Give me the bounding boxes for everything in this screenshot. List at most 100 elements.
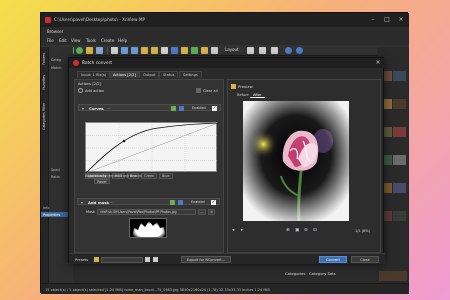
status-bar: 15 object(s) / 1 object(s) selected [1.2… <box>41 283 409 294</box>
presets-label: Presets <box>75 257 89 262</box>
chevron-down-icon[interactable]: ▾ <box>82 106 84 111</box>
tab-actions[interactable]: Actions [2/2] <box>109 71 140 78</box>
curves-enabled-label: Enabled <box>192 106 206 111</box>
maximize-icon[interactable]: □ <box>381 15 393 25</box>
sort-icon[interactable] <box>201 47 208 54</box>
sort-order-icon[interactable] <box>259 47 266 54</box>
settings-icon[interactable] <box>181 47 188 54</box>
scan-icon[interactable] <box>121 47 128 54</box>
menu-file[interactable]: File <box>47 38 54 43</box>
clear-mask-button[interactable]: × <box>208 209 215 215</box>
panel-line[interactable]: Speci <box>51 168 60 172</box>
thumbnail[interactable] <box>393 155 406 165</box>
clear-icon[interactable] <box>196 88 201 93</box>
mask-title: Add mask <box>88 200 109 205</box>
rename-icon[interactable] <box>151 47 158 54</box>
menu-tools[interactable]: Tools <box>86 38 96 43</box>
chevron-down-icon[interactable]: ▾ <box>81 200 83 205</box>
channel-green[interactable]: Green <box>141 173 158 179</box>
mask-enabled-checkbox[interactable]: ✓ <box>211 199 216 205</box>
tab-input[interactable]: Input: 1 file(s) <box>77 71 111 78</box>
presets-select[interactable] <box>101 256 143 263</box>
compare-icon[interactable] <box>86 47 93 54</box>
dialog-footer: Presets Export for NConvert... Convert C… <box>69 253 385 264</box>
tab-categories[interactable]: Categories <box>285 271 305 276</box>
browse-button[interactable]: ... <box>198 209 206 215</box>
curves-title: Curves <box>89 106 104 111</box>
play-icon[interactable]: ▸ <box>241 228 243 233</box>
save-preset-icon[interactable] <box>145 257 150 262</box>
print-icon[interactable] <box>111 47 118 54</box>
tab-category-sets[interactable]: Category Sets <box>309 271 336 276</box>
menu-browser[interactable]: Browser <box>47 29 63 34</box>
mail-icon[interactable] <box>161 47 168 54</box>
menu-create[interactable]: Create <box>101 38 114 43</box>
tab-output[interactable]: Output <box>139 71 160 78</box>
delete-preset-icon[interactable] <box>153 257 158 262</box>
more-icon[interactable]: ⋯ <box>107 106 111 111</box>
close-window-icon[interactable]: × <box>395 15 407 25</box>
curve-graph[interactable] <box>85 122 219 174</box>
tab-folders[interactable]: Folders <box>42 53 48 65</box>
tab-after[interactable]: After <box>250 93 265 98</box>
globe-icon[interactable] <box>285 47 292 54</box>
zoom-level: 1/1 (8%) <box>355 229 371 233</box>
fit-icon[interactable]: ▣ <box>295 228 299 233</box>
curves-action-header[interactable]: ▾ Curves ⋯ Enabled ✓ <box>78 104 221 111</box>
actual-size-icon[interactable]: ⊡ <box>313 228 317 233</box>
thumbnail[interactable] <box>393 99 406 109</box>
reset-button[interactable]: Reset <box>94 179 110 184</box>
export-nconvert-button[interactable]: Export for NConvert... <box>181 256 231 263</box>
view-icon[interactable] <box>211 47 218 54</box>
add-icon[interactable] <box>78 88 83 93</box>
minimize-icon[interactable]: – <box>367 15 379 25</box>
menu-help[interactable]: Help <box>118 38 127 43</box>
tab-status[interactable]: Status <box>159 71 179 78</box>
toolbar: Layout <box>41 45 409 56</box>
dialog-title: Batch convert <box>82 60 113 66</box>
tab-favorites[interactable]: Favorites <box>42 75 48 90</box>
clear-all-button[interactable]: Clear all <box>203 89 218 93</box>
thumbnail[interactable] <box>379 271 407 281</box>
tab-categories-filter[interactable]: Categories Filter <box>42 103 48 130</box>
close-icon[interactable]: × <box>372 58 384 68</box>
zoom-out-icon[interactable]: ⊖ <box>304 228 308 233</box>
tab-settings[interactable]: Settings <box>179 71 202 78</box>
curves-enabled-checkbox[interactable]: ✓ <box>212 105 217 111</box>
thumbnail[interactable] <box>393 71 406 81</box>
mask-path-input[interactable]: nesP-sh-SH\Users\Pavel\Pbo\Photos\PP Pho… <box>97 209 196 215</box>
folder-icon[interactable] <box>94 257 99 262</box>
help-icon[interactable] <box>296 47 303 54</box>
convert-button[interactable]: Convert <box>319 256 347 263</box>
convert-icon[interactable] <box>141 47 148 54</box>
prev-icon[interactable]: ◂ <box>232 228 234 233</box>
forward-icon[interactable] <box>76 47 83 54</box>
share-icon[interactable] <box>171 47 178 54</box>
mask-action-header[interactable]: ▾ Add mask ⋯ Enabled ✓ <box>77 198 220 205</box>
save-icon[interactable] <box>179 106 184 111</box>
save-icon[interactable] <box>178 200 183 205</box>
add-action-button[interactable]: Add action <box>85 89 104 93</box>
slideshow-icon[interactable] <box>131 47 138 54</box>
curve-editor[interactable] <box>85 122 219 174</box>
filter-icon[interactable] <box>96 47 103 54</box>
layout-menu[interactable]: Layout <box>225 47 239 52</box>
panel-line[interactable]: Ratin <box>51 175 60 179</box>
info-panel-label[interactable]: Info <box>43 206 49 210</box>
menu-view[interactable]: View <box>71 38 81 43</box>
more-icon[interactable]: ⋯ <box>110 200 114 205</box>
info-icon[interactable] <box>191 47 198 54</box>
channel-blue[interactable]: Blue <box>159 173 173 179</box>
preset-icon[interactable] <box>170 200 175 205</box>
close-button[interactable]: Close <box>351 256 379 263</box>
thumbnail[interactable] <box>393 211 406 221</box>
preset-icon[interactable] <box>171 106 176 111</box>
thumbnails-icon[interactable] <box>247 47 254 54</box>
preview-image <box>243 101 349 221</box>
thumbnail[interactable] <box>393 183 406 193</box>
list-icon[interactable] <box>271 47 278 54</box>
menu-edit[interactable]: Edit <box>59 38 67 43</box>
app-icon <box>45 17 51 23</box>
zoom-in-icon[interactable]: ⊕ <box>286 228 290 233</box>
thumbnail[interactable] <box>393 127 406 137</box>
